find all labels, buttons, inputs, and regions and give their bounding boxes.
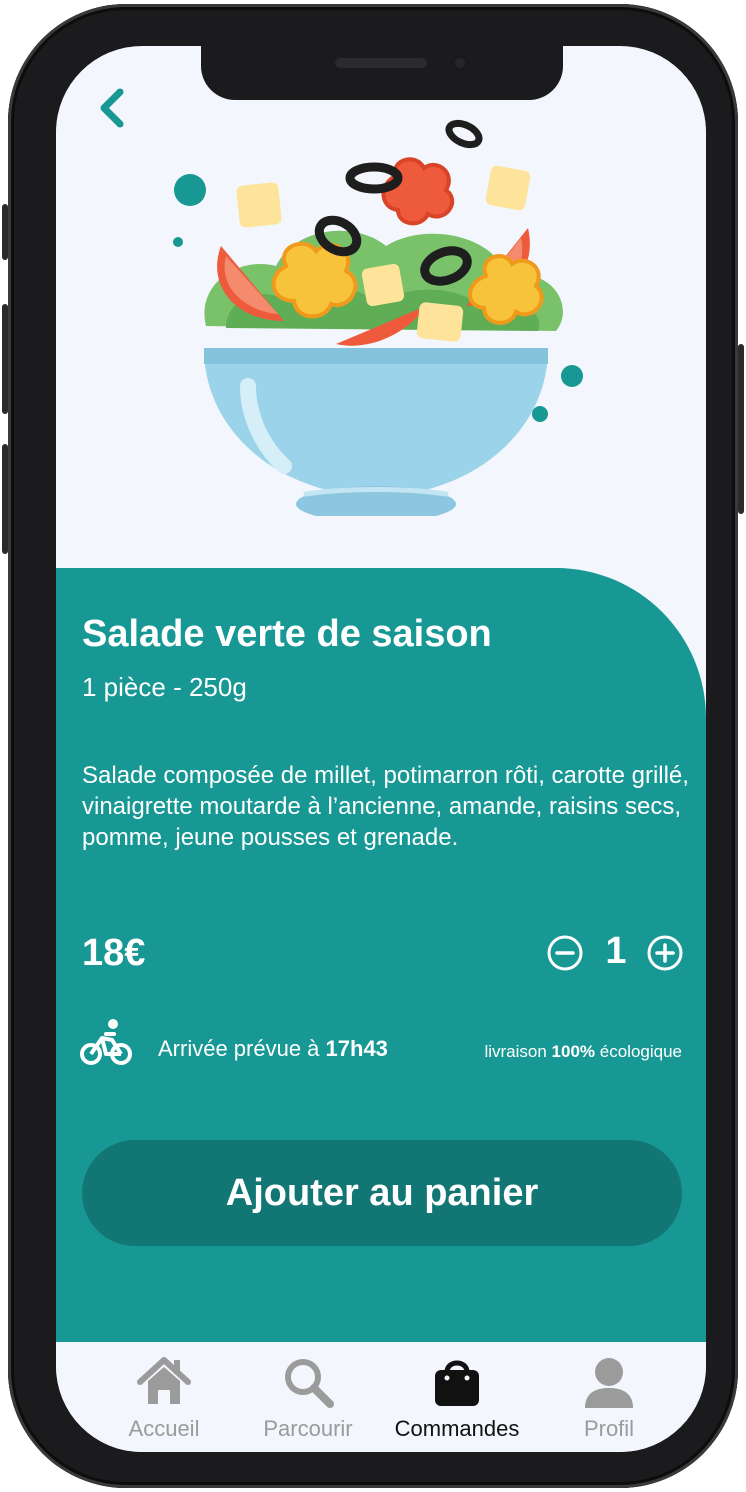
tab-commandes[interactable]: Commandes [382, 1342, 532, 1452]
plus-circle-icon [647, 935, 683, 971]
tab-label: Parcourir [263, 1416, 353, 1441]
bike-icon [80, 1019, 132, 1065]
tab-label: Profil [583, 1416, 635, 1441]
phone-side-button [2, 444, 8, 554]
eco-delivery-percent: 100% [551, 1042, 596, 1061]
eco-delivery-note: livraison 100% écologique [484, 1042, 682, 1062]
tab-accueil[interactable]: Accueil [89, 1342, 239, 1452]
product-price: 18€ [82, 932, 146, 974]
shopping-bag-icon [435, 1360, 479, 1406]
speaker-grill [335, 58, 427, 68]
add-to-cart-button[interactable]: Ajouter au panier [82, 1140, 682, 1246]
quantity-increment-button[interactable] [646, 934, 684, 972]
product-portion: 1 pièce - 250g [82, 672, 247, 702]
phone-frame: Salade verte de saison 1 pièce - 250g Sa… [2, 4, 744, 1488]
eco-delivery-suffix: écologique [595, 1042, 682, 1061]
tab-label: Accueil [128, 1416, 200, 1441]
quantity-decrement-button[interactable] [546, 934, 584, 972]
app-screen: Salade verte de saison 1 pièce - 250g Sa… [56, 46, 706, 1452]
tab-parcourir[interactable]: Parcourir [233, 1342, 383, 1452]
phone-side-button [738, 344, 744, 514]
search-icon [285, 1359, 334, 1408]
delivery-eta-time: 17h43 [325, 1036, 388, 1061]
eco-delivery-prefix: livraison [484, 1042, 552, 1061]
chevron-left-icon [100, 88, 124, 128]
tab-profil[interactable]: Profil [534, 1342, 684, 1452]
salad-bowl-illustration [173, 119, 583, 516]
back-button[interactable] [92, 86, 136, 130]
product-detail-panel: Salade verte de saison 1 pièce - 250g Sa… [56, 568, 706, 1348]
phone-side-button [2, 304, 8, 414]
quantity-value: 1 [605, 930, 627, 972]
home-icon [137, 1357, 191, 1404]
phone-notch [201, 46, 563, 100]
tab-label: Commandes [394, 1416, 520, 1441]
delivery-eta: Arrivée prévue à 17h43 [158, 1036, 388, 1062]
front-camera [451, 54, 469, 72]
minus-circle-icon [547, 935, 583, 971]
product-title: Salade verte de saison [82, 613, 492, 655]
user-icon [585, 1358, 633, 1408]
delivery-eta-label: Arrivée prévue à [158, 1036, 326, 1061]
phone-side-button [2, 204, 8, 260]
product-description: Salade composée de millet, potimarron rô… [82, 762, 689, 851]
bottom-tab-bar: Accueil Parcourir Commandes Profil [56, 1342, 706, 1452]
